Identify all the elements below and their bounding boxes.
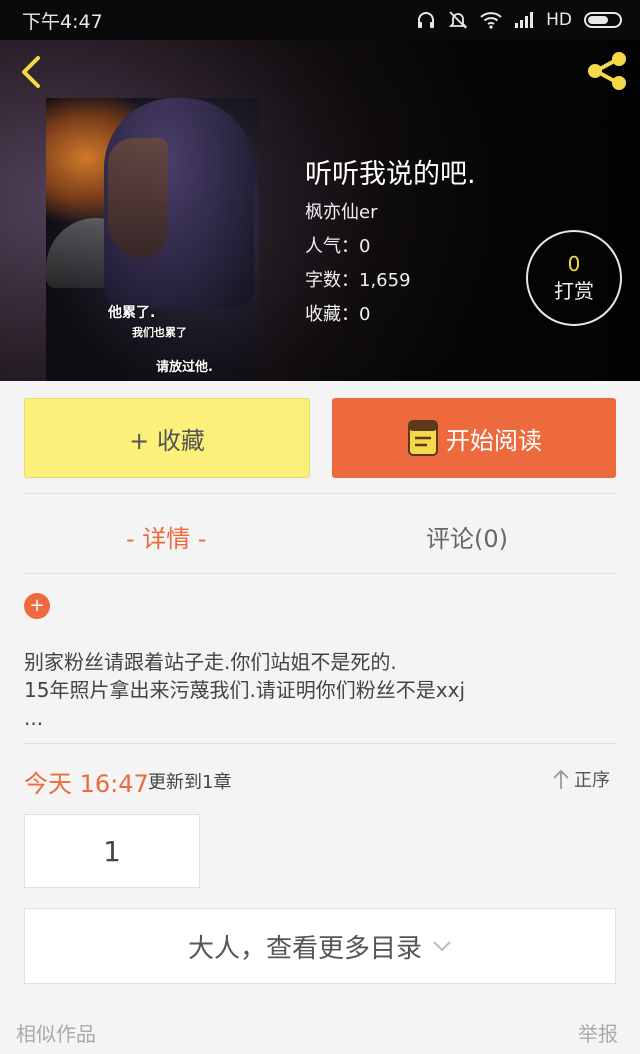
status-time: 下午4:47 — [22, 10, 103, 33]
tab-comments[interactable]: 评论(0) — [426, 516, 508, 556]
divider — [24, 573, 616, 574]
mute-icon — [448, 11, 468, 29]
book-description: 别家粉丝请跟着站子走.你们站姐不是死的. 15年照片拿出来污蔑我们.请证明你们粉… — [24, 648, 624, 732]
start-reading-button[interactable]: 开始阅读 — [332, 398, 616, 478]
more-catalog-label: 大人，查看更多目录 — [187, 933, 422, 964]
book-cover[interactable]: 他累了. 我们也累了 请放过他. — [46, 98, 259, 381]
sort-order-label: 正序 — [574, 770, 610, 791]
back-button[interactable] — [14, 52, 50, 92]
share-button[interactable] — [584, 50, 630, 92]
book-favorites: 收藏：0 — [305, 304, 371, 325]
chevron-down-icon — [433, 941, 451, 952]
headphones-icon — [418, 12, 435, 28]
more-catalog-button[interactable]: 大人，查看更多目录 — [24, 908, 616, 984]
chevron-left-icon — [22, 56, 40, 88]
book-title: 听听我说的吧. — [305, 159, 476, 190]
book-author[interactable]: 枫亦仙er — [305, 198, 377, 224]
share-icon — [588, 52, 626, 90]
update-time: 今天 16:47 — [24, 770, 149, 798]
cover-caption-2: 我们也累了 — [132, 326, 187, 339]
tip-count: 0 — [567, 252, 581, 276]
expand-description-button[interactable]: + — [24, 593, 50, 619]
book-icon — [406, 419, 440, 457]
wifi-icon — [480, 12, 502, 29]
status-bar: 下午4:47 HD — [0, 0, 640, 40]
start-reading-label: 开始阅读 — [446, 426, 542, 455]
sort-order-button[interactable]: 正序 — [552, 766, 610, 792]
status-icons: HD — [416, 10, 622, 30]
book-header: 他累了. 我们也累了 请放过他. 听听我说的吧. 枫亦仙er 人气：0 字数：1… — [0, 40, 640, 381]
divider — [24, 743, 616, 744]
network-label: HD — [546, 10, 572, 30]
tip-button[interactable]: 0 打赏 — [526, 230, 622, 326]
description-line-3: ... — [24, 706, 44, 730]
battery-icon — [584, 12, 622, 28]
signal-icon — [515, 12, 534, 28]
divider — [24, 493, 616, 494]
update-info: 更新到1章 — [148, 772, 232, 793]
cover-caption-1: 他累了. — [108, 305, 156, 321]
book-word-count: 字数：1,659 — [305, 270, 411, 291]
cover-caption-3: 请放过他. — [156, 360, 213, 375]
arrow-up-icon — [553, 769, 569, 789]
tip-label: 打赏 — [554, 279, 594, 303]
favorite-button[interactable]: + 收藏 — [24, 398, 310, 478]
cover-face-shape — [108, 138, 168, 258]
chapter-item[interactable]: 1 — [24, 814, 200, 888]
description-line-2: 15年照片拿出来污蔑我们.请证明你们粉丝不是xxj — [24, 678, 466, 702]
report-button[interactable]: 举报 — [578, 1018, 618, 1047]
similar-works-heading: 相似作品 — [16, 1022, 96, 1046]
description-line-1: 别家粉丝请跟着站子走.你们站姐不是死的. — [24, 650, 397, 674]
book-popularity: 人气：0 — [305, 236, 371, 257]
tab-details[interactable]: - 详情 - — [126, 516, 207, 556]
